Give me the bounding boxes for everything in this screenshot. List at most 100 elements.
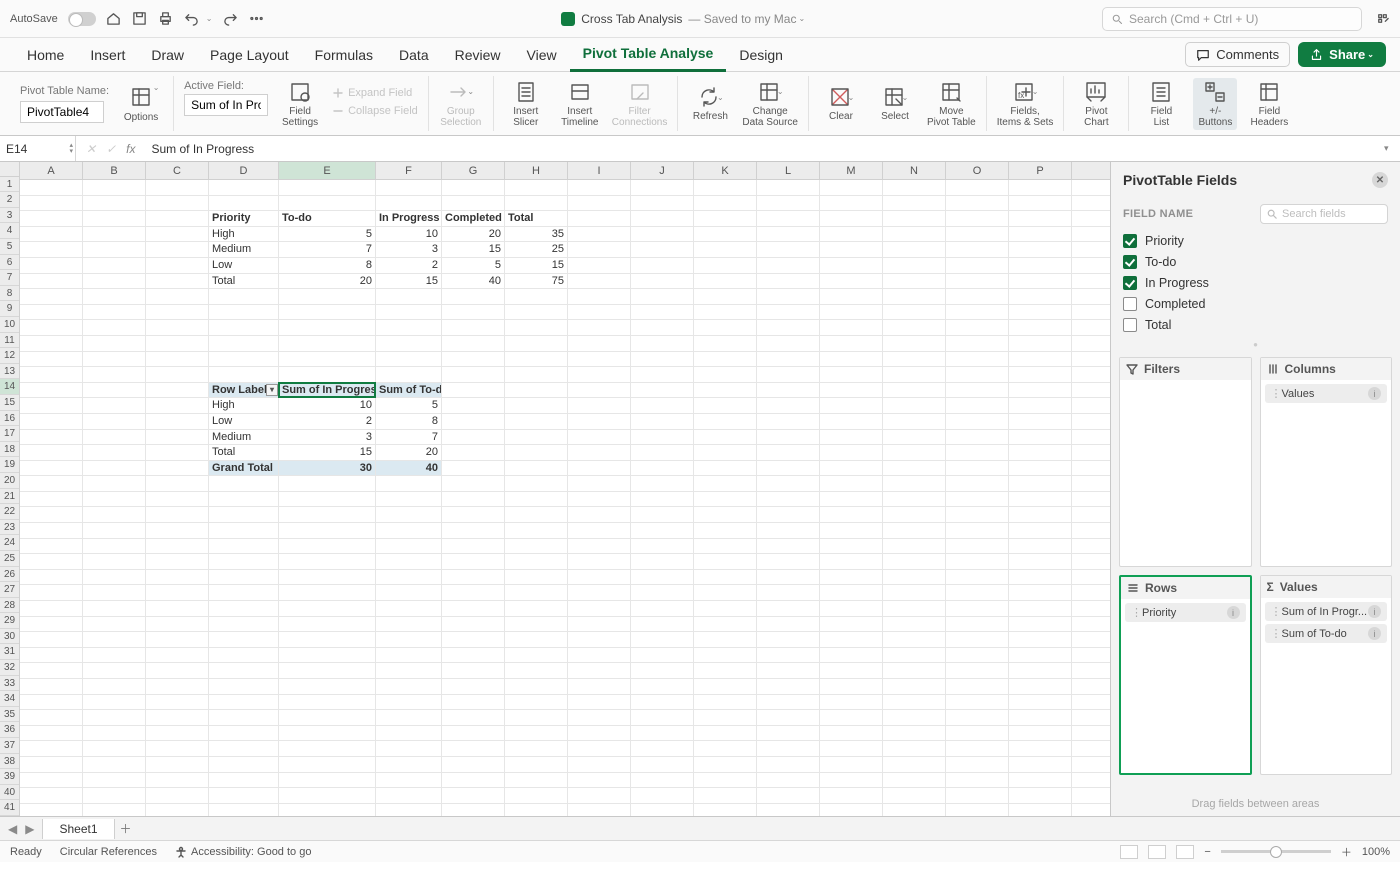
cell-F35[interactable] [376,710,442,725]
cell-E16[interactable]: 2 [279,414,376,429]
cell-I23[interactable] [568,523,631,538]
cell-J26[interactable] [631,570,694,585]
cell-F15[interactable]: 5 [376,398,442,413]
row-header-21[interactable]: 21 [0,489,19,505]
column-header-E[interactable]: E [279,162,376,179]
cell-B38[interactable] [83,757,146,772]
cell-K4[interactable] [694,227,757,242]
cell-N9[interactable] [883,305,946,320]
cell-L11[interactable] [757,336,820,351]
cell-M13[interactable] [820,367,883,382]
cell-G9[interactable] [442,305,505,320]
cell-K24[interactable] [694,539,757,554]
cell-H23[interactable] [505,523,568,538]
tab-page-layout[interactable]: Page Layout [197,39,302,71]
cell-O7[interactable] [946,274,1009,289]
ribbon-options-icon[interactable] [1374,11,1390,27]
cell-B25[interactable] [83,554,146,569]
cell-F3[interactable]: In Progress [376,211,442,226]
cell-J21[interactable] [631,492,694,507]
tab-formulas[interactable]: Formulas [302,39,386,71]
cell-L18[interactable] [757,445,820,460]
active-field-input[interactable] [184,94,268,116]
cell-M15[interactable] [820,398,883,413]
cell-K33[interactable] [694,679,757,694]
cell-P18[interactable] [1009,445,1072,460]
cell-E24[interactable] [279,539,376,554]
zoom-in-icon[interactable]: ＋ [1341,844,1352,860]
cell-A14[interactable] [20,383,83,398]
cell-I29[interactable] [568,617,631,632]
cell-D22[interactable] [209,507,279,522]
cell-A2[interactable] [20,196,83,211]
cell-E17[interactable]: 3 [279,430,376,445]
row-header-24[interactable]: 24 [0,535,19,551]
cell-B14[interactable] [83,383,146,398]
cell-N4[interactable] [883,227,946,242]
cell-N28[interactable] [883,601,946,616]
cell-F14[interactable]: Sum of To-do [376,383,442,398]
cell-J30[interactable] [631,632,694,647]
cell-B27[interactable] [83,585,146,600]
tab-home[interactable]: Home [14,39,77,71]
cell-B12[interactable] [83,352,146,367]
cell-P31[interactable] [1009,648,1072,663]
cell-B24[interactable] [83,539,146,554]
cell-B3[interactable] [83,211,146,226]
cell-A17[interactable] [20,430,83,445]
cell-P4[interactable] [1009,227,1072,242]
autosave-toggle[interactable] [68,12,96,26]
cell-G27[interactable] [442,585,505,600]
cell-N38[interactable] [883,757,946,772]
cell-C11[interactable] [146,336,209,351]
cell-D21[interactable] [209,492,279,507]
cell-F23[interactable] [376,523,442,538]
cell-M32[interactable] [820,663,883,678]
cell-F18[interactable]: 20 [376,445,442,460]
tab-insert[interactable]: Insert [77,39,138,71]
cell-D26[interactable] [209,570,279,585]
cell-A9[interactable] [20,305,83,320]
cell-P16[interactable] [1009,414,1072,429]
row-header-5[interactable]: 5 [0,239,19,255]
cell-I19[interactable] [568,461,631,476]
column-header-H[interactable]: H [505,162,568,179]
cell-J1[interactable] [631,180,694,195]
cell-B30[interactable] [83,632,146,647]
cell-P25[interactable] [1009,554,1072,569]
cell-M29[interactable] [820,617,883,632]
cell-J8[interactable] [631,289,694,304]
area-pill-sum-of-in-progr-[interactable]: ⋮ Sum of In Progr...i [1265,602,1388,621]
row-header-4[interactable]: 4 [0,223,19,239]
cell-J13[interactable] [631,367,694,382]
cell-M35[interactable] [820,710,883,725]
cell-K38[interactable] [694,757,757,772]
cell-M41[interactable] [820,804,883,816]
cell-D35[interactable] [209,710,279,725]
field-search-input[interactable]: Search fields [1260,204,1388,224]
cell-G34[interactable] [442,695,505,710]
cell-D33[interactable] [209,679,279,694]
cell-A22[interactable] [20,507,83,522]
cell-B26[interactable] [83,570,146,585]
cell-F29[interactable] [376,617,442,632]
cell-E7[interactable]: 20 [279,274,376,289]
cell-K32[interactable] [694,663,757,678]
cell-A26[interactable] [20,570,83,585]
cell-N40[interactable] [883,788,946,803]
pane-splitter[interactable]: ● [1111,340,1400,353]
add-sheet-button[interactable]: ＋ [115,820,137,837]
cell-I9[interactable] [568,305,631,320]
cell-E10[interactable] [279,320,376,335]
cell-E25[interactable] [279,554,376,569]
cell-D27[interactable] [209,585,279,600]
cell-P23[interactable] [1009,523,1072,538]
cell-E8[interactable] [279,289,376,304]
cell-H13[interactable] [505,367,568,382]
cell-H36[interactable] [505,726,568,741]
cell-D5[interactable]: Medium [209,242,279,257]
cell-L6[interactable] [757,258,820,273]
cell-L33[interactable] [757,679,820,694]
cell-B40[interactable] [83,788,146,803]
filters-area[interactable]: Filters [1119,357,1252,567]
